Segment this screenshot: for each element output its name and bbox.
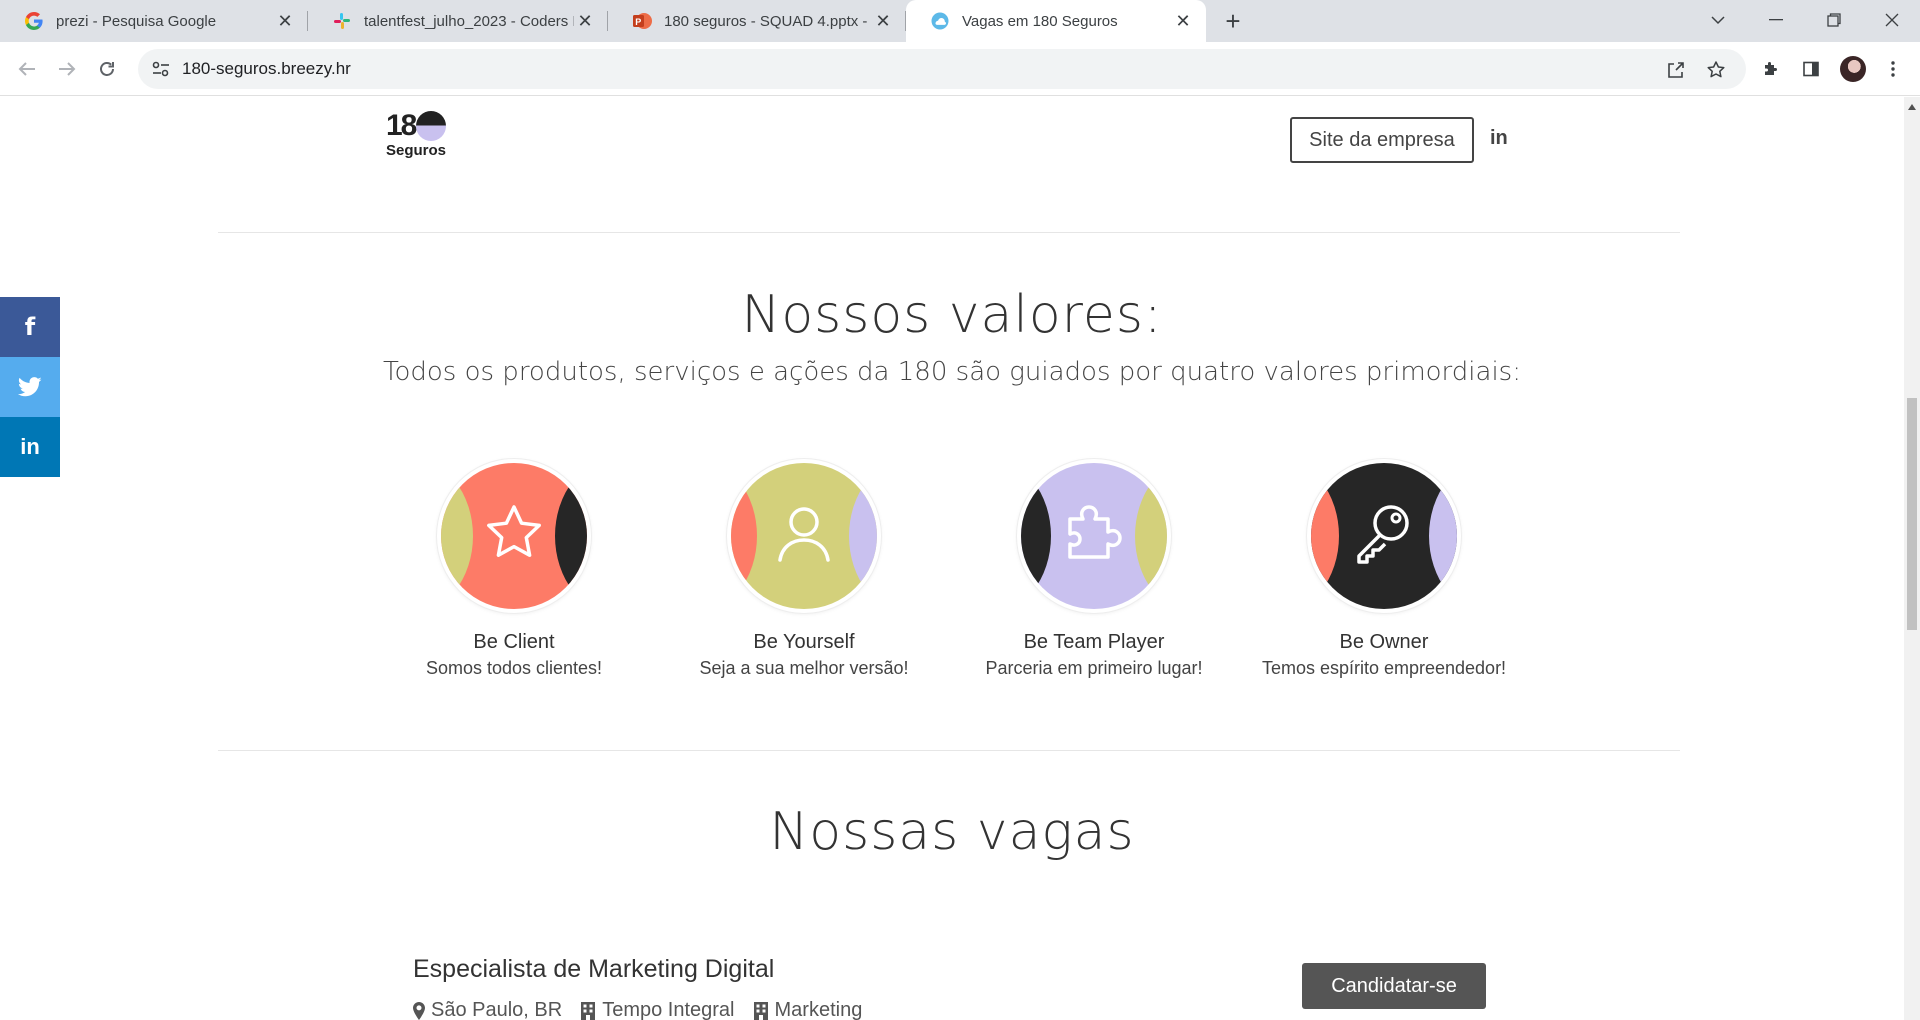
value-badge <box>727 459 881 613</box>
close-tab-icon[interactable]: ✕ <box>872 10 894 32</box>
browser-toolbar: 180-seguros.breezy.hr <box>0 42 1920 96</box>
scroll-up-arrow-icon[interactable] <box>1904 99 1920 115</box>
job-meta: São Paulo, BR Tempo Integral Marketing <box>413 999 880 1020</box>
bookmark-star-icon[interactable] <box>1700 54 1732 86</box>
jobs-title: Nossas vagas <box>769 802 1135 862</box>
site-info-icon[interactable] <box>144 54 178 84</box>
linkedin-icon: in <box>20 434 40 459</box>
star-icon <box>487 505 541 557</box>
minimize-icon[interactable] <box>1748 0 1804 40</box>
value-card-be-owner: Be Owner Temos espírito empreendedor! <box>1239 459 1529 679</box>
value-name: Be Owner <box>1339 631 1429 653</box>
linkedin-share-button[interactable]: in <box>0 417 60 477</box>
facebook-icon: f <box>24 313 36 341</box>
company-site-button[interactable]: Site da empresa <box>1290 117 1474 163</box>
address-bar[interactable]: 180-seguros.breezy.hr <box>138 49 1746 89</box>
tab-title: prezi - Pesquisa Google <box>56 12 217 30</box>
logo-circle-icon <box>416 111 447 141</box>
logo-name: Seguros <box>386 142 447 159</box>
tab-google-search[interactable]: prezi - Pesquisa Google ✕ <box>0 0 308 42</box>
side-panel-icon[interactable] <box>1796 54 1826 84</box>
url-text: 180-seguros.breezy.hr <box>182 59 351 78</box>
tab-title: talentfest_julho_2023 - Coders La <box>364 12 574 30</box>
tab-title: 180 seguros - SQUAD 4.pptx - M <box>664 12 872 30</box>
map-pin-icon <box>413 1001 425 1020</box>
company-logo[interactable]: 18 Seguros <box>386 109 456 169</box>
tab-search-icon[interactable] <box>1690 0 1746 40</box>
logo-number: 18 <box>386 109 417 142</box>
tab-slack[interactable]: talentfest_julho_2023 - Coders La ✕ <box>308 0 608 42</box>
key-icon <box>1357 505 1409 564</box>
job-location-text: São Paulo, BR <box>431 999 563 1020</box>
value-description: Temos espírito empreendedor! <box>1261 658 1507 678</box>
close-tab-icon[interactable]: ✕ <box>1172 10 1194 32</box>
twitter-icon <box>18 377 42 397</box>
scrollbar-thumb[interactable] <box>1907 398 1917 630</box>
job-type: Tempo Integral <box>580 999 735 1020</box>
svg-text:P: P <box>635 17 641 27</box>
job-title-link[interactable]: Especialista de Marketing Digital <box>413 955 774 984</box>
tab-breezy-active[interactable]: Vagas em 180 Seguros ✕ <box>906 0 1206 42</box>
back-arrow-icon[interactable] <box>12 54 42 84</box>
value-card-be-team-player: Be Team Player Parceria em primeiro luga… <box>949 459 1239 679</box>
divider <box>218 232 1680 233</box>
value-badge <box>1307 459 1461 613</box>
value-card-be-client: Be Client Somos todos clientes! <box>369 459 659 679</box>
divider <box>218 750 1680 751</box>
value-badge <box>1017 459 1171 613</box>
new-tab-button[interactable]: + <box>1218 6 1248 36</box>
reload-icon[interactable] <box>92 54 122 84</box>
twitter-share-button[interactable] <box>0 357 60 417</box>
job-location: São Paulo, BR <box>413 999 562 1020</box>
linkedin-link-icon[interactable]: in <box>1490 127 1508 150</box>
restore-icon[interactable] <box>1806 0 1862 40</box>
page-content: 18 Seguros Site da empresa in Nossos val… <box>0 97 1904 1020</box>
job-department-text: Marketing <box>774 999 863 1020</box>
value-badge <box>437 459 591 613</box>
browser-tab-bar: prezi - Pesquisa Google ✕ talentfest_jul… <box>0 0 1920 42</box>
value-name: Be Team Player <box>1023 631 1165 653</box>
profile-avatar[interactable] <box>1838 54 1868 84</box>
powerpoint-icon: P <box>632 11 652 31</box>
value-card-be-yourself: Be Yourself Seja a sua melhor versão! <box>659 459 949 679</box>
value-description: Somos todos clientes! <box>425 658 603 678</box>
person-icon <box>778 507 830 562</box>
value-description: Parceria em primeiro lugar! <box>985 658 1203 678</box>
building-icon <box>753 1001 768 1020</box>
values-title: Nossos valores: <box>741 285 1163 345</box>
close-tab-icon[interactable]: ✕ <box>274 10 296 32</box>
values-subtitle: Todos os produtos, serviços e ações da 1… <box>383 357 1521 387</box>
job-department: Marketing <box>753 999 863 1020</box>
google-icon <box>24 11 44 31</box>
puzzle-icon <box>1068 505 1122 559</box>
tab-powerpoint[interactable]: P 180 seguros - SQUAD 4.pptx - M ✕ <box>608 0 906 42</box>
breezy-icon <box>930 11 950 31</box>
page-scrollbar[interactable] <box>1904 97 1920 1020</box>
value-name: Be Client <box>473 631 555 653</box>
close-window-icon[interactable] <box>1864 0 1920 40</box>
forward-arrow-icon[interactable] <box>52 54 82 84</box>
tab-title: Vagas em 180 Seguros <box>962 12 1118 30</box>
facebook-share-button[interactable]: f <box>0 297 60 357</box>
building-icon <box>581 1001 596 1020</box>
job-type-text: Tempo Integral <box>602 999 735 1020</box>
share-icon[interactable] <box>1660 54 1692 86</box>
value-name: Be Yourself <box>753 631 855 653</box>
value-description: Seja a sua melhor versão! <box>699 658 909 678</box>
kebab-menu-icon[interactable] <box>1878 54 1908 84</box>
extensions-puzzle-icon[interactable] <box>1756 54 1786 84</box>
close-tab-icon[interactable]: ✕ <box>574 10 596 32</box>
slack-icon <box>332 11 352 31</box>
apply-button[interactable]: Candidatar-se <box>1302 963 1486 1009</box>
